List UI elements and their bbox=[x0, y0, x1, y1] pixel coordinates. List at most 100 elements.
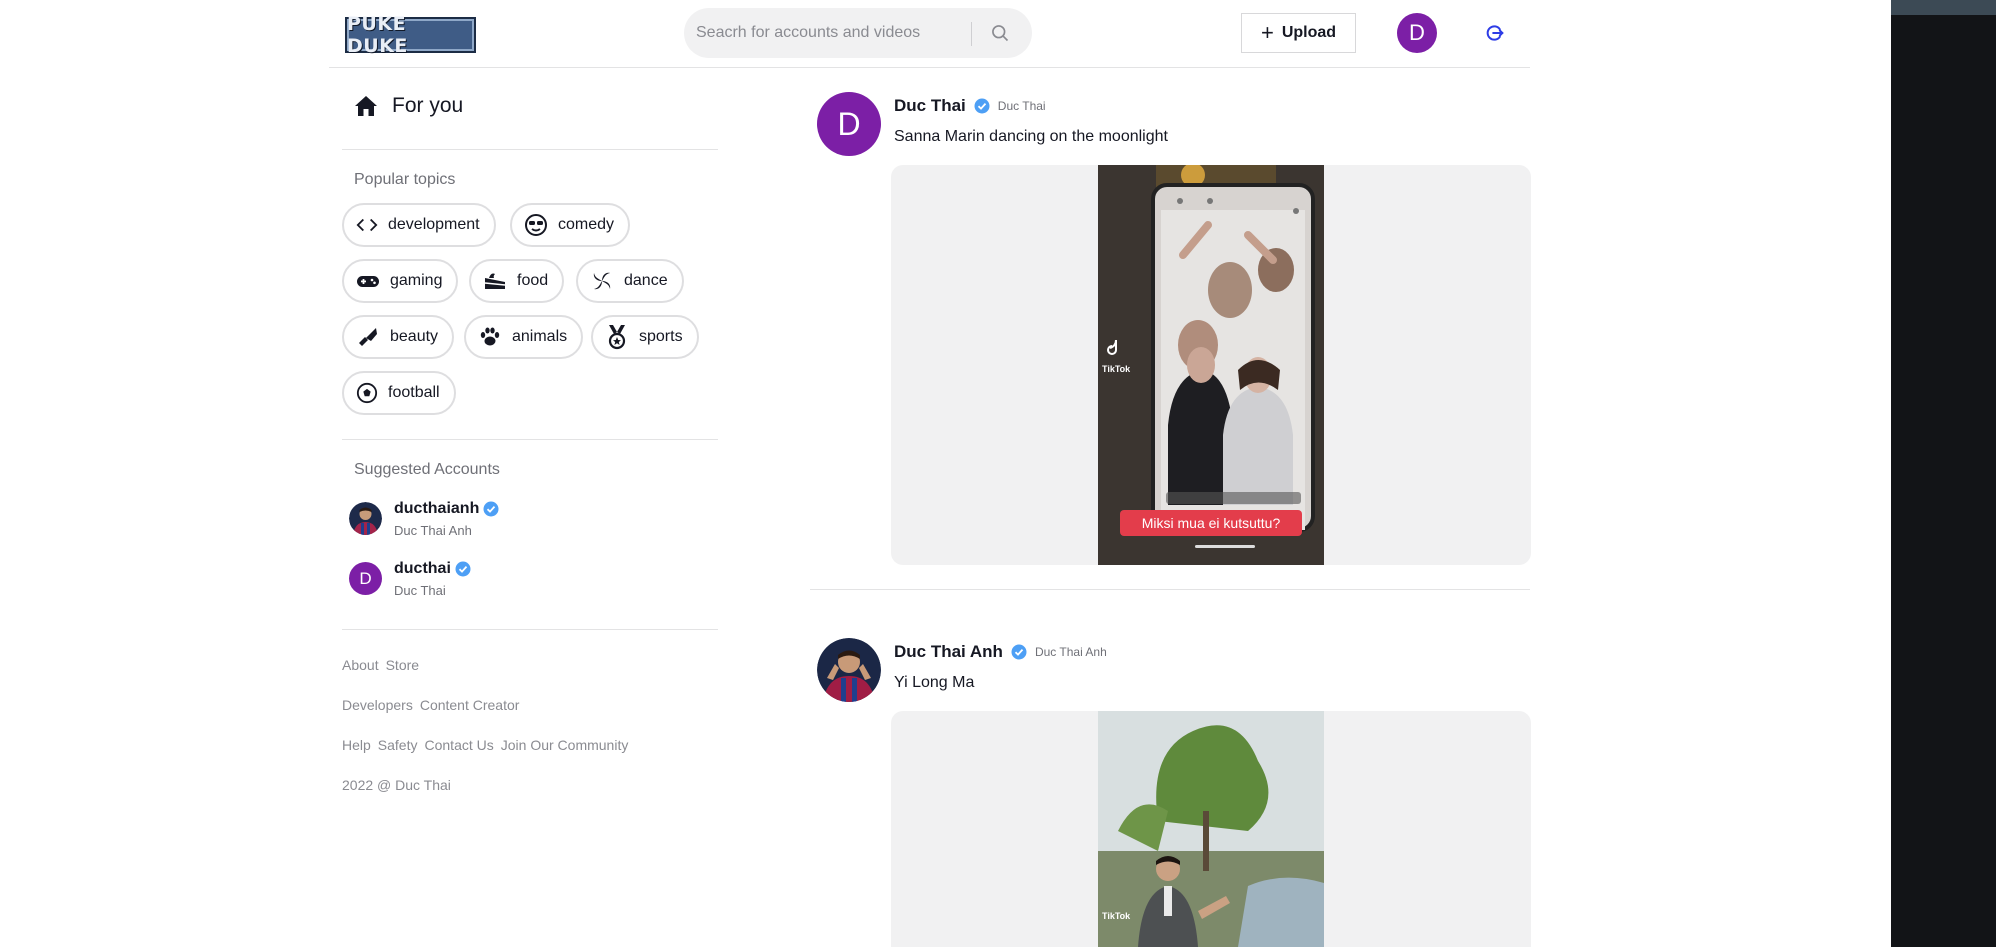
post-caption: Yi Long Ma bbox=[894, 674, 975, 691]
video-container: TikTok bbox=[891, 711, 1531, 947]
post-author-name[interactable]: Duc Thai Anh bbox=[894, 642, 1003, 662]
post-author-avatar[interactable]: D bbox=[817, 92, 881, 156]
logo[interactable]: PUKE DUKE bbox=[345, 13, 476, 57]
suggested-account-ducthai[interactable]: D ducthai Duc Thai bbox=[349, 560, 471, 598]
footer-link-contact-us[interactable]: Contact Us bbox=[425, 737, 494, 753]
popular-topics-title: Popular topics bbox=[354, 171, 456, 188]
footer-link-store[interactable]: Store bbox=[386, 657, 419, 673]
suggested-accounts-title: Suggested Accounts bbox=[354, 461, 500, 478]
account-info: ducthaianh Duc Thai Anh bbox=[394, 500, 499, 538]
dance-swirl-icon bbox=[593, 272, 611, 290]
topic-gaming[interactable]: gaming bbox=[342, 259, 459, 303]
feed-post: D Duc Thai Duc Thai Sanna Marin dancing … bbox=[810, 92, 1531, 592]
topic-label: food bbox=[517, 272, 549, 289]
account-username: ducthai bbox=[394, 560, 451, 577]
cake-icon bbox=[484, 273, 506, 289]
topic-development[interactable]: development bbox=[342, 203, 496, 247]
header-divider bbox=[329, 67, 1530, 68]
topic-label: development bbox=[388, 216, 480, 233]
video-watermark: TikTok bbox=[1102, 911, 1131, 921]
search-divider bbox=[971, 22, 972, 46]
sidebar-divider bbox=[342, 149, 718, 150]
account-display-name: Duc Thai bbox=[394, 583, 446, 598]
search-bar bbox=[684, 8, 1032, 58]
footer-link-about[interactable]: About bbox=[342, 657, 379, 673]
feed-post: Duc Thai Anh Duc Thai Anh Yi Long Ma Tik… bbox=[810, 638, 1531, 947]
sidebar-divider bbox=[342, 439, 718, 440]
top-header: PUKE DUKE + Upload D bbox=[0, 0, 1891, 68]
video-frame bbox=[1098, 165, 1324, 565]
topic-comedy[interactable]: comedy bbox=[510, 203, 631, 247]
home-icon bbox=[355, 96, 377, 116]
account-info: ducthai Duc Thai bbox=[394, 560, 471, 598]
upload-button[interactable]: + Upload bbox=[1241, 13, 1356, 53]
account-username-row: ducthai bbox=[394, 560, 471, 578]
paw-icon bbox=[480, 327, 500, 346]
account-username: ducthaianh bbox=[394, 500, 480, 517]
video-player[interactable]: Miksi mua ei kutsuttu? TikTok bbox=[1098, 165, 1324, 565]
sunglasses-face-icon bbox=[525, 214, 547, 236]
topic-food[interactable]: food bbox=[469, 259, 565, 303]
post-caption: Sanna Marin dancing on the moonlight bbox=[894, 128, 1168, 145]
video-overlay-caption: Miksi mua ei kutsuttu? bbox=[1141, 515, 1281, 531]
topic-label: beauty bbox=[390, 328, 439, 345]
topic-label: dance bbox=[624, 272, 668, 289]
side-panel-dark bbox=[1891, 0, 1996, 947]
logo-text: PUKE DUKE bbox=[347, 13, 408, 57]
topic-label: animals bbox=[512, 328, 568, 345]
upload-label: Upload bbox=[1281, 24, 1337, 41]
avatar bbox=[349, 502, 382, 535]
account-display-name: Duc Thai Anh bbox=[394, 523, 472, 538]
post-author-avatar[interactable] bbox=[817, 638, 881, 702]
search-icon bbox=[992, 25, 1009, 42]
verified-badge-icon bbox=[974, 98, 990, 114]
search-input[interactable] bbox=[696, 24, 976, 42]
app-window: PUKE DUKE + Upload D For you Popula bbox=[0, 0, 1996, 947]
footer-row: 2022 @ Duc Thai bbox=[342, 777, 451, 793]
post-author-row: Duc Thai Anh Duc Thai Anh bbox=[894, 642, 1107, 662]
topic-label: gaming bbox=[390, 272, 443, 289]
topic-label: comedy bbox=[558, 216, 615, 233]
post-author-row: Duc Thai Duc Thai bbox=[894, 96, 1046, 116]
copyright-text: 2022 @ Duc Thai bbox=[342, 777, 451, 793]
user-avatar[interactable]: D bbox=[1397, 13, 1437, 53]
avatar: D bbox=[349, 562, 382, 595]
topic-football[interactable]: football bbox=[342, 371, 456, 415]
plus-icon: + bbox=[1260, 20, 1274, 45]
gamepad-icon bbox=[357, 276, 379, 287]
footer-row: About Store bbox=[342, 657, 419, 673]
verified-badge-icon bbox=[455, 561, 471, 577]
topic-sports[interactable]: sports bbox=[591, 315, 699, 359]
topic-dance[interactable]: dance bbox=[576, 259, 684, 303]
topic-label: sports bbox=[639, 328, 683, 345]
medal-icon bbox=[608, 325, 626, 350]
account-username-row: ducthaianh bbox=[394, 500, 499, 518]
footer-link-content-creator[interactable]: Content Creator bbox=[420, 697, 520, 713]
panel-tab-strip bbox=[1891, 0, 1996, 15]
footer-link-safety[interactable]: Safety bbox=[378, 737, 418, 753]
topic-beauty[interactable]: beauty bbox=[342, 315, 455, 359]
suggested-account-ducthaianh[interactable]: ducthaianh Duc Thai Anh bbox=[349, 500, 499, 538]
footer-link-join-community[interactable]: Join Our Community bbox=[501, 737, 629, 753]
video-container: Miksi mua ei kutsuttu? TikTok bbox=[891, 165, 1531, 565]
video-watermark: TikTok bbox=[1102, 364, 1131, 374]
post-divider bbox=[810, 589, 1530, 590]
verified-badge-icon bbox=[1011, 644, 1027, 660]
post-author-nickname: Duc Thai Anh bbox=[1034, 645, 1107, 659]
logout-icon[interactable] bbox=[1484, 23, 1504, 43]
footer-link-help[interactable]: Help bbox=[342, 737, 371, 753]
post-author-nickname: Duc Thai bbox=[997, 99, 1046, 113]
video-frame bbox=[1098, 711, 1324, 947]
footer-row: Help Safety Contact Us Join Our Communit… bbox=[342, 737, 628, 753]
topic-animals[interactable]: animals bbox=[464, 315, 584, 359]
topic-label: football bbox=[388, 384, 440, 401]
for-you-label: For you bbox=[392, 94, 464, 117]
nav-for-you[interactable]: For you bbox=[354, 94, 463, 118]
search-button[interactable] bbox=[980, 17, 1020, 49]
video-player[interactable]: TikTok bbox=[1098, 711, 1324, 947]
code-icon bbox=[356, 218, 378, 232]
sidebar-divider bbox=[342, 629, 718, 630]
lipstick-icon bbox=[359, 328, 377, 346]
post-author-name[interactable]: Duc Thai bbox=[894, 96, 966, 116]
footer-link-developers[interactable]: Developers bbox=[342, 697, 413, 713]
